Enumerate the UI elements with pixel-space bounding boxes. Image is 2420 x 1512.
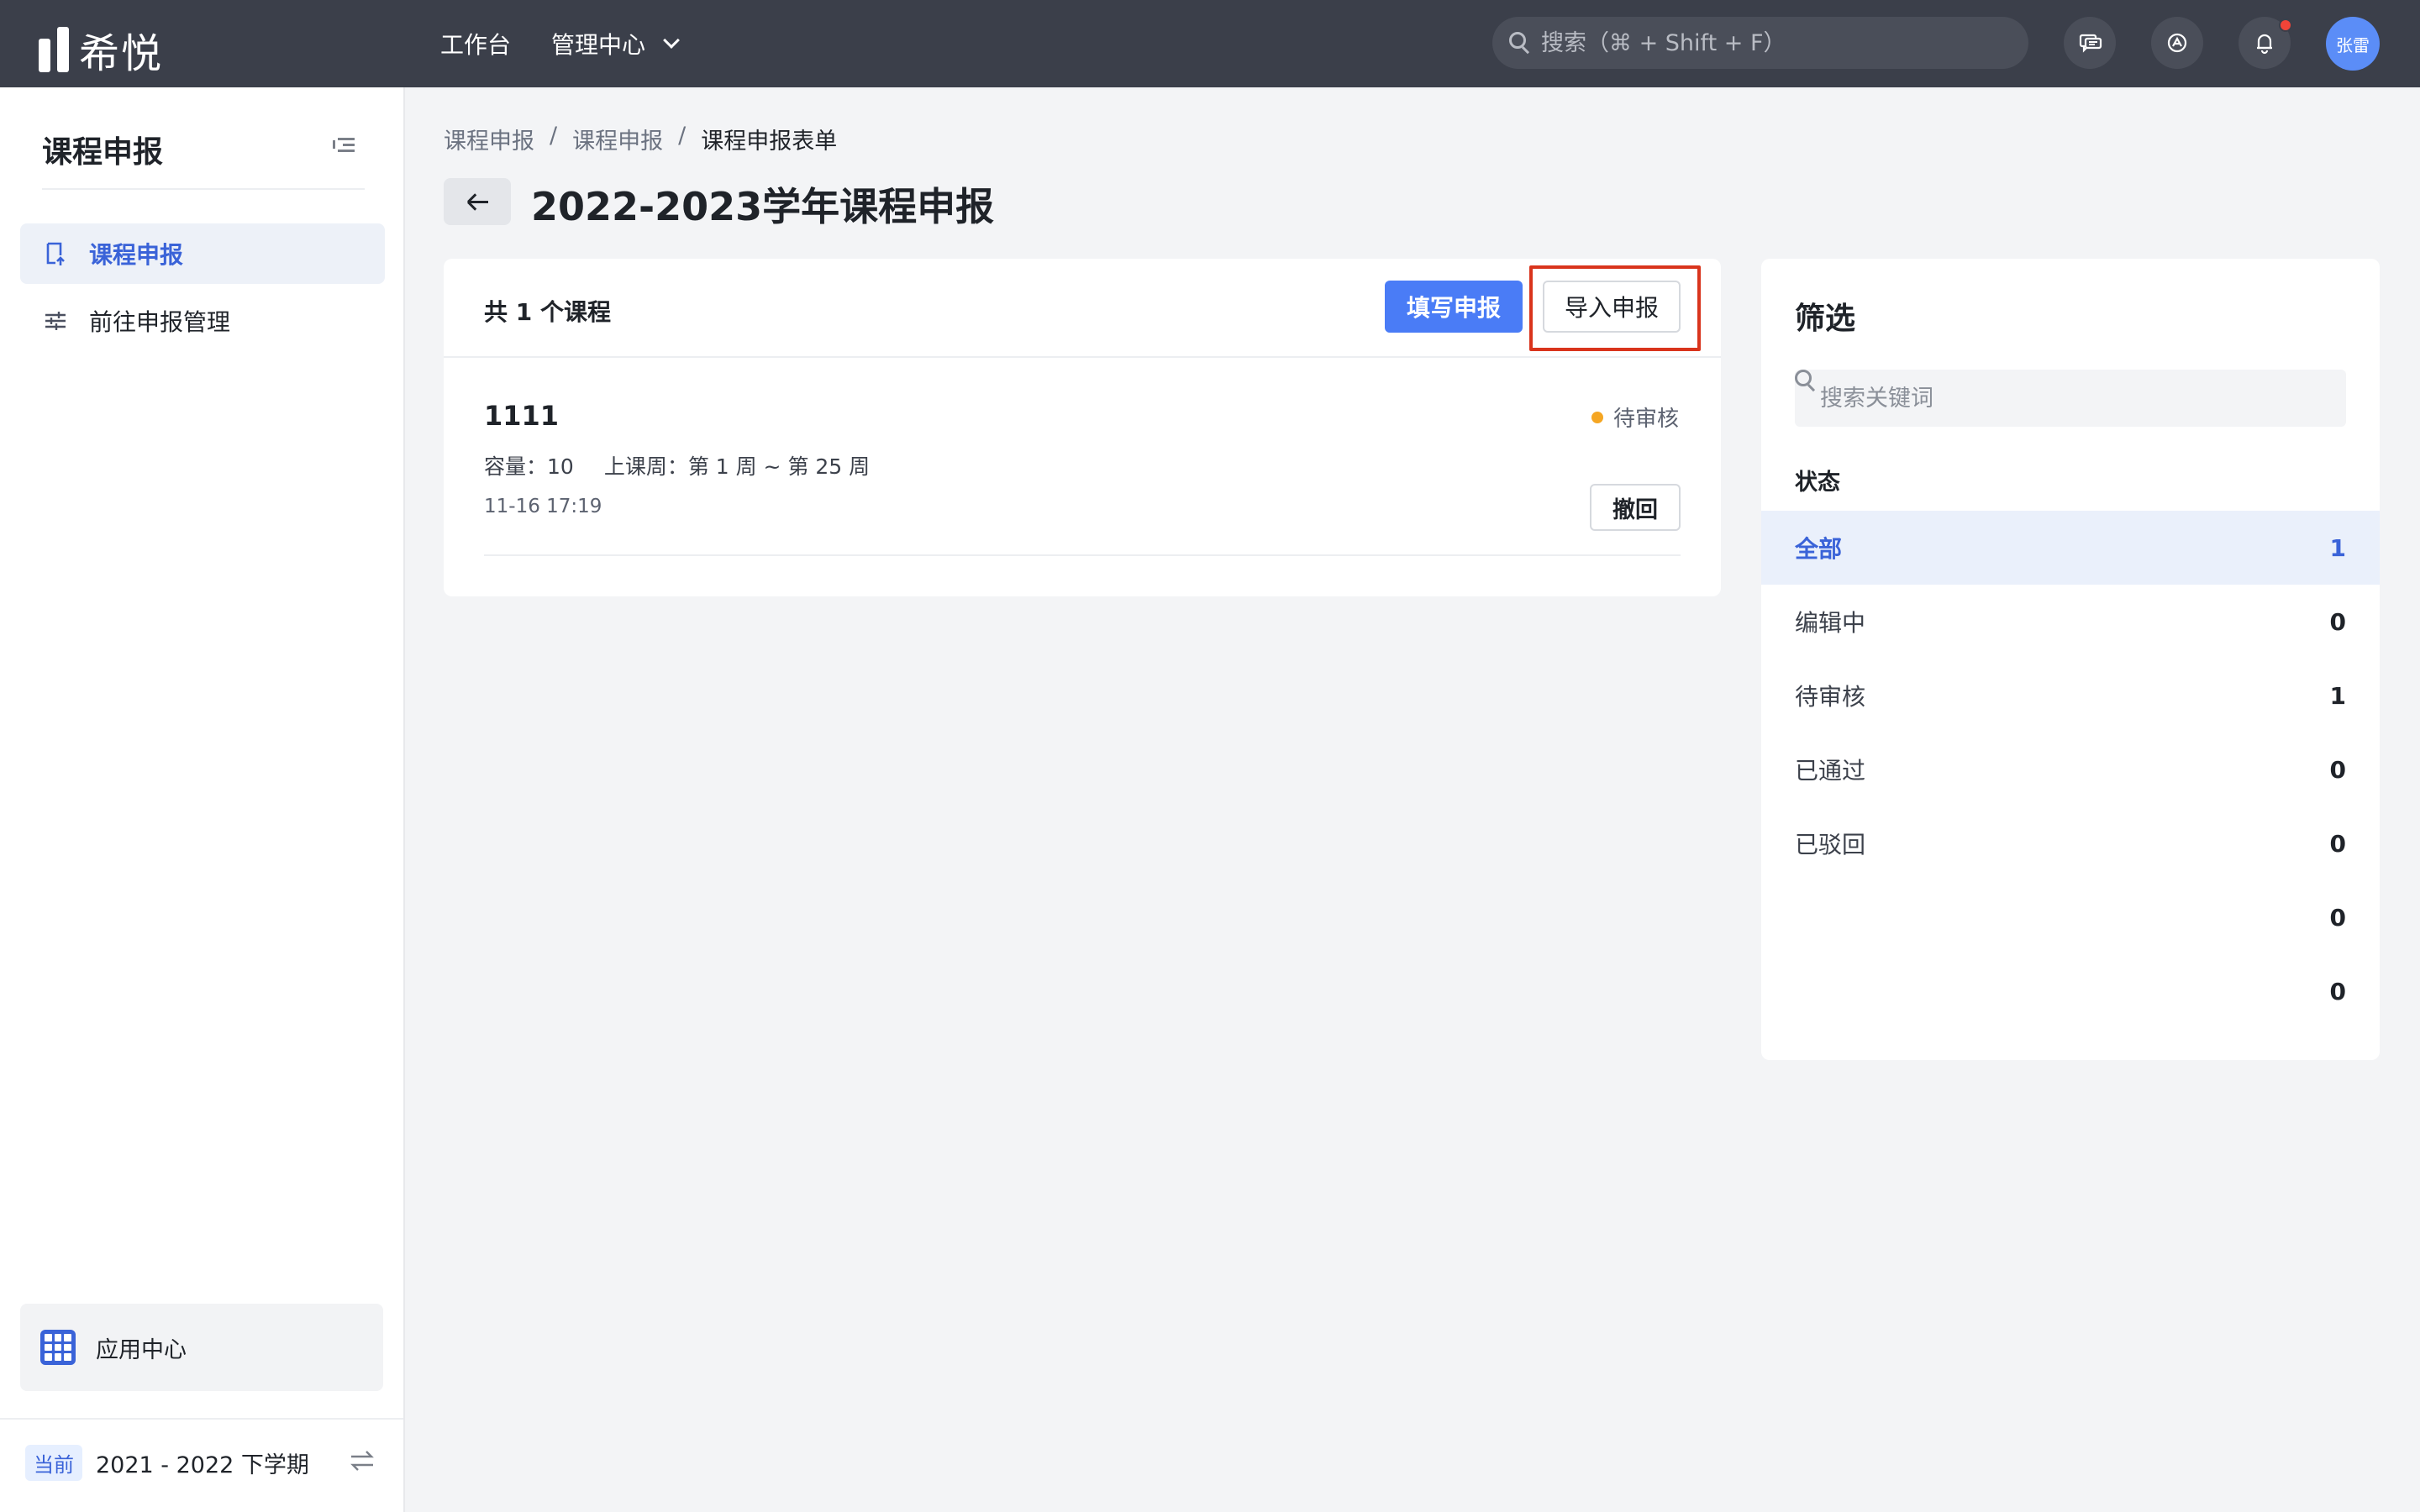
back-button[interactable] <box>444 178 511 225</box>
message-icon[interactable] <box>2064 17 2116 69</box>
status-dot-icon <box>1591 411 1603 423</box>
current-term-label: 2021 - 2022 下学期 <box>96 1452 309 1478</box>
filter-row-rejected[interactable]: 已驳回 0 <box>1761 806 2380 880</box>
sidebar-bottom-divider <box>0 1418 403 1420</box>
sidebar-item-goto-management[interactable]: 前往申报管理 <box>20 291 385 351</box>
filter-panel: 筛选 状态 全部1 编辑中0 待审核1 已通过0 已驳回0 0 0 <box>1761 259 2380 1060</box>
chevron-down-icon <box>663 32 680 49</box>
sidebar-item-course-declare[interactable]: 课程申报 <box>20 223 385 284</box>
breadcrumb-separator: / <box>550 123 558 149</box>
notification-badge <box>2279 18 2292 32</box>
import-declaration-button[interactable]: 导入申报 <box>1543 281 1681 333</box>
filter-row-editing[interactable]: 编辑中 0 <box>1761 585 2380 659</box>
withdraw-button[interactable]: 撤回 <box>1590 484 1681 531</box>
breadcrumb-separator: / <box>678 123 687 149</box>
filter-row-all[interactable]: 全部 1 <box>1761 511 2380 585</box>
course-weeks: 上课周：第 1 周 ~ 第 25 周 <box>603 454 871 479</box>
current-term-tag: 当前 <box>25 1445 82 1481</box>
filter-row-unlabeled[interactable]: 0 <box>1761 880 2380 954</box>
breadcrumb-item[interactable]: 课程申报 <box>572 123 663 155</box>
user-avatar[interactable]: 张雷 <box>2326 17 2380 71</box>
collapse-sidebar-icon[interactable] <box>333 136 355 155</box>
nav-admin-center[interactable]: 管理中心 <box>551 27 680 60</box>
app-center-label: 应用中心 <box>96 1336 187 1363</box>
card-divider <box>444 356 1721 358</box>
global-search[interactable] <box>1492 17 2028 69</box>
course-timestamp: 11-16 17:19 <box>484 496 602 517</box>
switch-term-icon[interactable] <box>350 1450 375 1471</box>
course-count: 共 1 个课程 <box>484 298 611 326</box>
logo-mark-icon <box>39 27 69 72</box>
filter-row-approved[interactable]: 已通过 0 <box>1761 732 2380 806</box>
app-switch-icon[interactable] <box>2151 17 2203 69</box>
filter-search[interactable] <box>1795 370 2346 427</box>
breadcrumb-item[interactable]: 课程申报 <box>444 123 534 155</box>
global-search-input[interactable] <box>1541 29 2012 56</box>
filter-row-unlabeled[interactable]: 0 <box>1761 954 2380 1028</box>
document-upload-icon <box>42 240 69 267</box>
filter-row-pending[interactable]: 待审核 1 <box>1761 659 2380 732</box>
search-icon <box>1509 32 1531 55</box>
status-badge: 待审核 <box>1591 402 1679 433</box>
course-list-card: 共 1 个课程 填写申报 导入申报 1111 待审核 容量：10 上课周：第 1… <box>444 259 1721 596</box>
filter-title: 筛选 <box>1795 302 1856 336</box>
app-grid-icon <box>40 1330 76 1365</box>
sidebar: 课程申报 课程申报 前往申报管理 应用中心 当前 2021 - 2022 下学期 <box>0 87 405 1512</box>
filter-section-status: 状态 <box>1795 470 1840 496</box>
sliders-icon <box>42 307 69 334</box>
sidebar-title: 课程申报 <box>42 135 164 170</box>
row-divider <box>484 554 1681 556</box>
course-name[interactable]: 1111 <box>484 400 559 432</box>
filter-search-input[interactable] <box>1820 385 2291 412</box>
arrow-left-icon <box>466 193 488 211</box>
course-meta: 容量：10 上课周：第 1 周 ~ 第 25 周 <box>484 450 870 480</box>
app-logo[interactable]: 希悦 <box>39 20 163 79</box>
top-bar: 希悦 工作台 管理中心 张雷 <box>0 0 2420 87</box>
top-nav: 工作台 管理中心 <box>440 0 680 87</box>
app-center-button[interactable]: 应用中心 <box>20 1304 383 1391</box>
breadcrumb: 课程申报 / 课程申报 / 课程申报表单 <box>444 123 837 155</box>
current-term: 当前 2021 - 2022 下学期 <box>25 1445 309 1481</box>
logo-text: 希悦 <box>79 30 164 77</box>
fill-declaration-button[interactable]: 填写申报 <box>1385 281 1523 333</box>
breadcrumb-current: 课程申报表单 <box>701 129 838 155</box>
sidebar-divider <box>42 188 365 190</box>
page-title: 2022-2023学年课程申报 <box>531 184 995 229</box>
course-capacity: 容量：10 <box>484 454 574 479</box>
nav-workbench[interactable]: 工作台 <box>440 27 511 60</box>
